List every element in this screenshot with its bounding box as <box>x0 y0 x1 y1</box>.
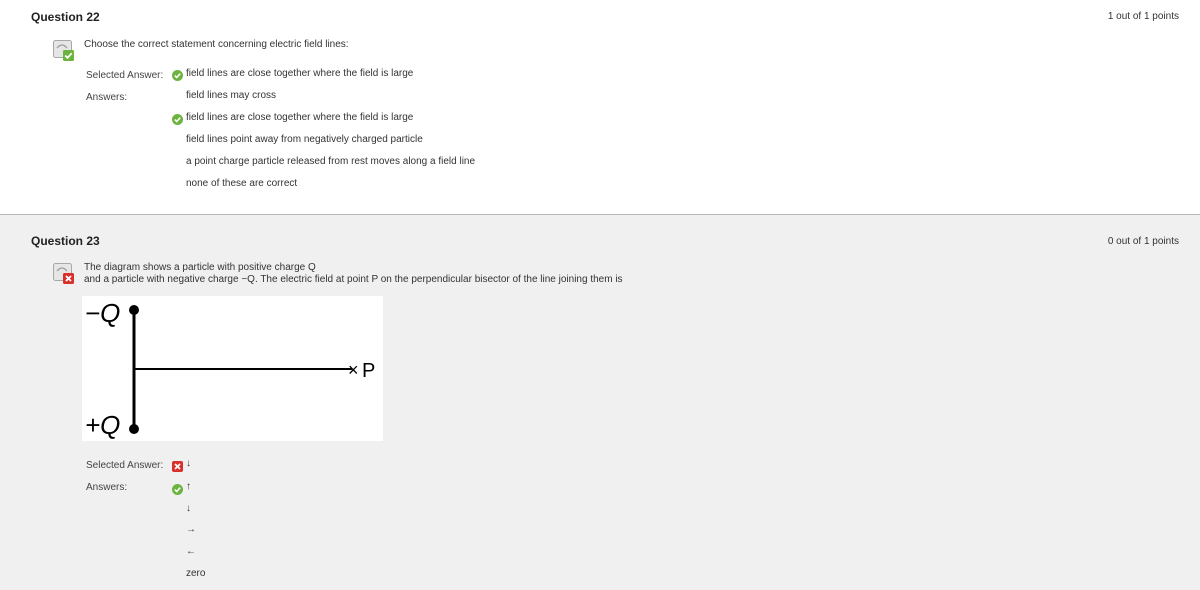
check-icon <box>172 484 183 495</box>
question-title: Question 23 <box>31 234 100 248</box>
selected-answer: ↓ <box>186 458 191 469</box>
question-prompt-line1: The diagram shows a particle with positi… <box>84 262 316 273</box>
answer-option: field lines point away from negatively c… <box>186 134 423 145</box>
answer-option: → <box>186 524 196 535</box>
answer-option: a point charge particle released from re… <box>186 156 476 167</box>
positive-charge-dot <box>129 424 139 434</box>
question-prompt: Choose the correct statement concerning … <box>84 39 349 50</box>
question-22: Question 22 1 out of 1 points Choose the… <box>0 0 1200 214</box>
selected-answer-label: Selected Answer: <box>86 70 164 81</box>
answer-option: none of these are correct <box>186 178 298 189</box>
question-prompt-line2: and a particle with negative charge −Q. … <box>84 274 623 285</box>
positive-charge-label: +Q <box>85 410 120 440</box>
question-points: 1 out of 1 points <box>1107 11 1179 22</box>
x-icon <box>172 461 183 472</box>
question-incorrect-icon <box>53 263 75 285</box>
point-marker: × <box>348 360 359 380</box>
answers-label: Answers: <box>86 482 128 493</box>
answer-option: ↓ <box>186 503 191 514</box>
negative-charge-dot <box>129 305 139 315</box>
question-correct-icon <box>53 40 75 62</box>
answer-option-correct: field lines are close together where the… <box>186 112 414 123</box>
selected-answer-label: Selected Answer: <box>86 460 164 471</box>
question-points: 0 out of 1 points <box>1107 236 1179 247</box>
check-icon <box>172 70 183 81</box>
selected-answer: field lines are close together where the… <box>186 68 414 79</box>
charge-diagram: −Q +Q × P <box>82 296 383 441</box>
answer-option: zero <box>186 568 206 579</box>
answer-option: ← <box>186 546 196 557</box>
answer-option: field lines may cross <box>186 90 277 101</box>
negative-charge-label: −Q <box>85 298 120 328</box>
answer-option-correct: ↑ <box>186 481 191 492</box>
check-icon <box>172 114 183 125</box>
question-title: Question 22 <box>31 10 100 24</box>
answers-label: Answers: <box>86 92 128 103</box>
point-label: P <box>362 360 375 382</box>
